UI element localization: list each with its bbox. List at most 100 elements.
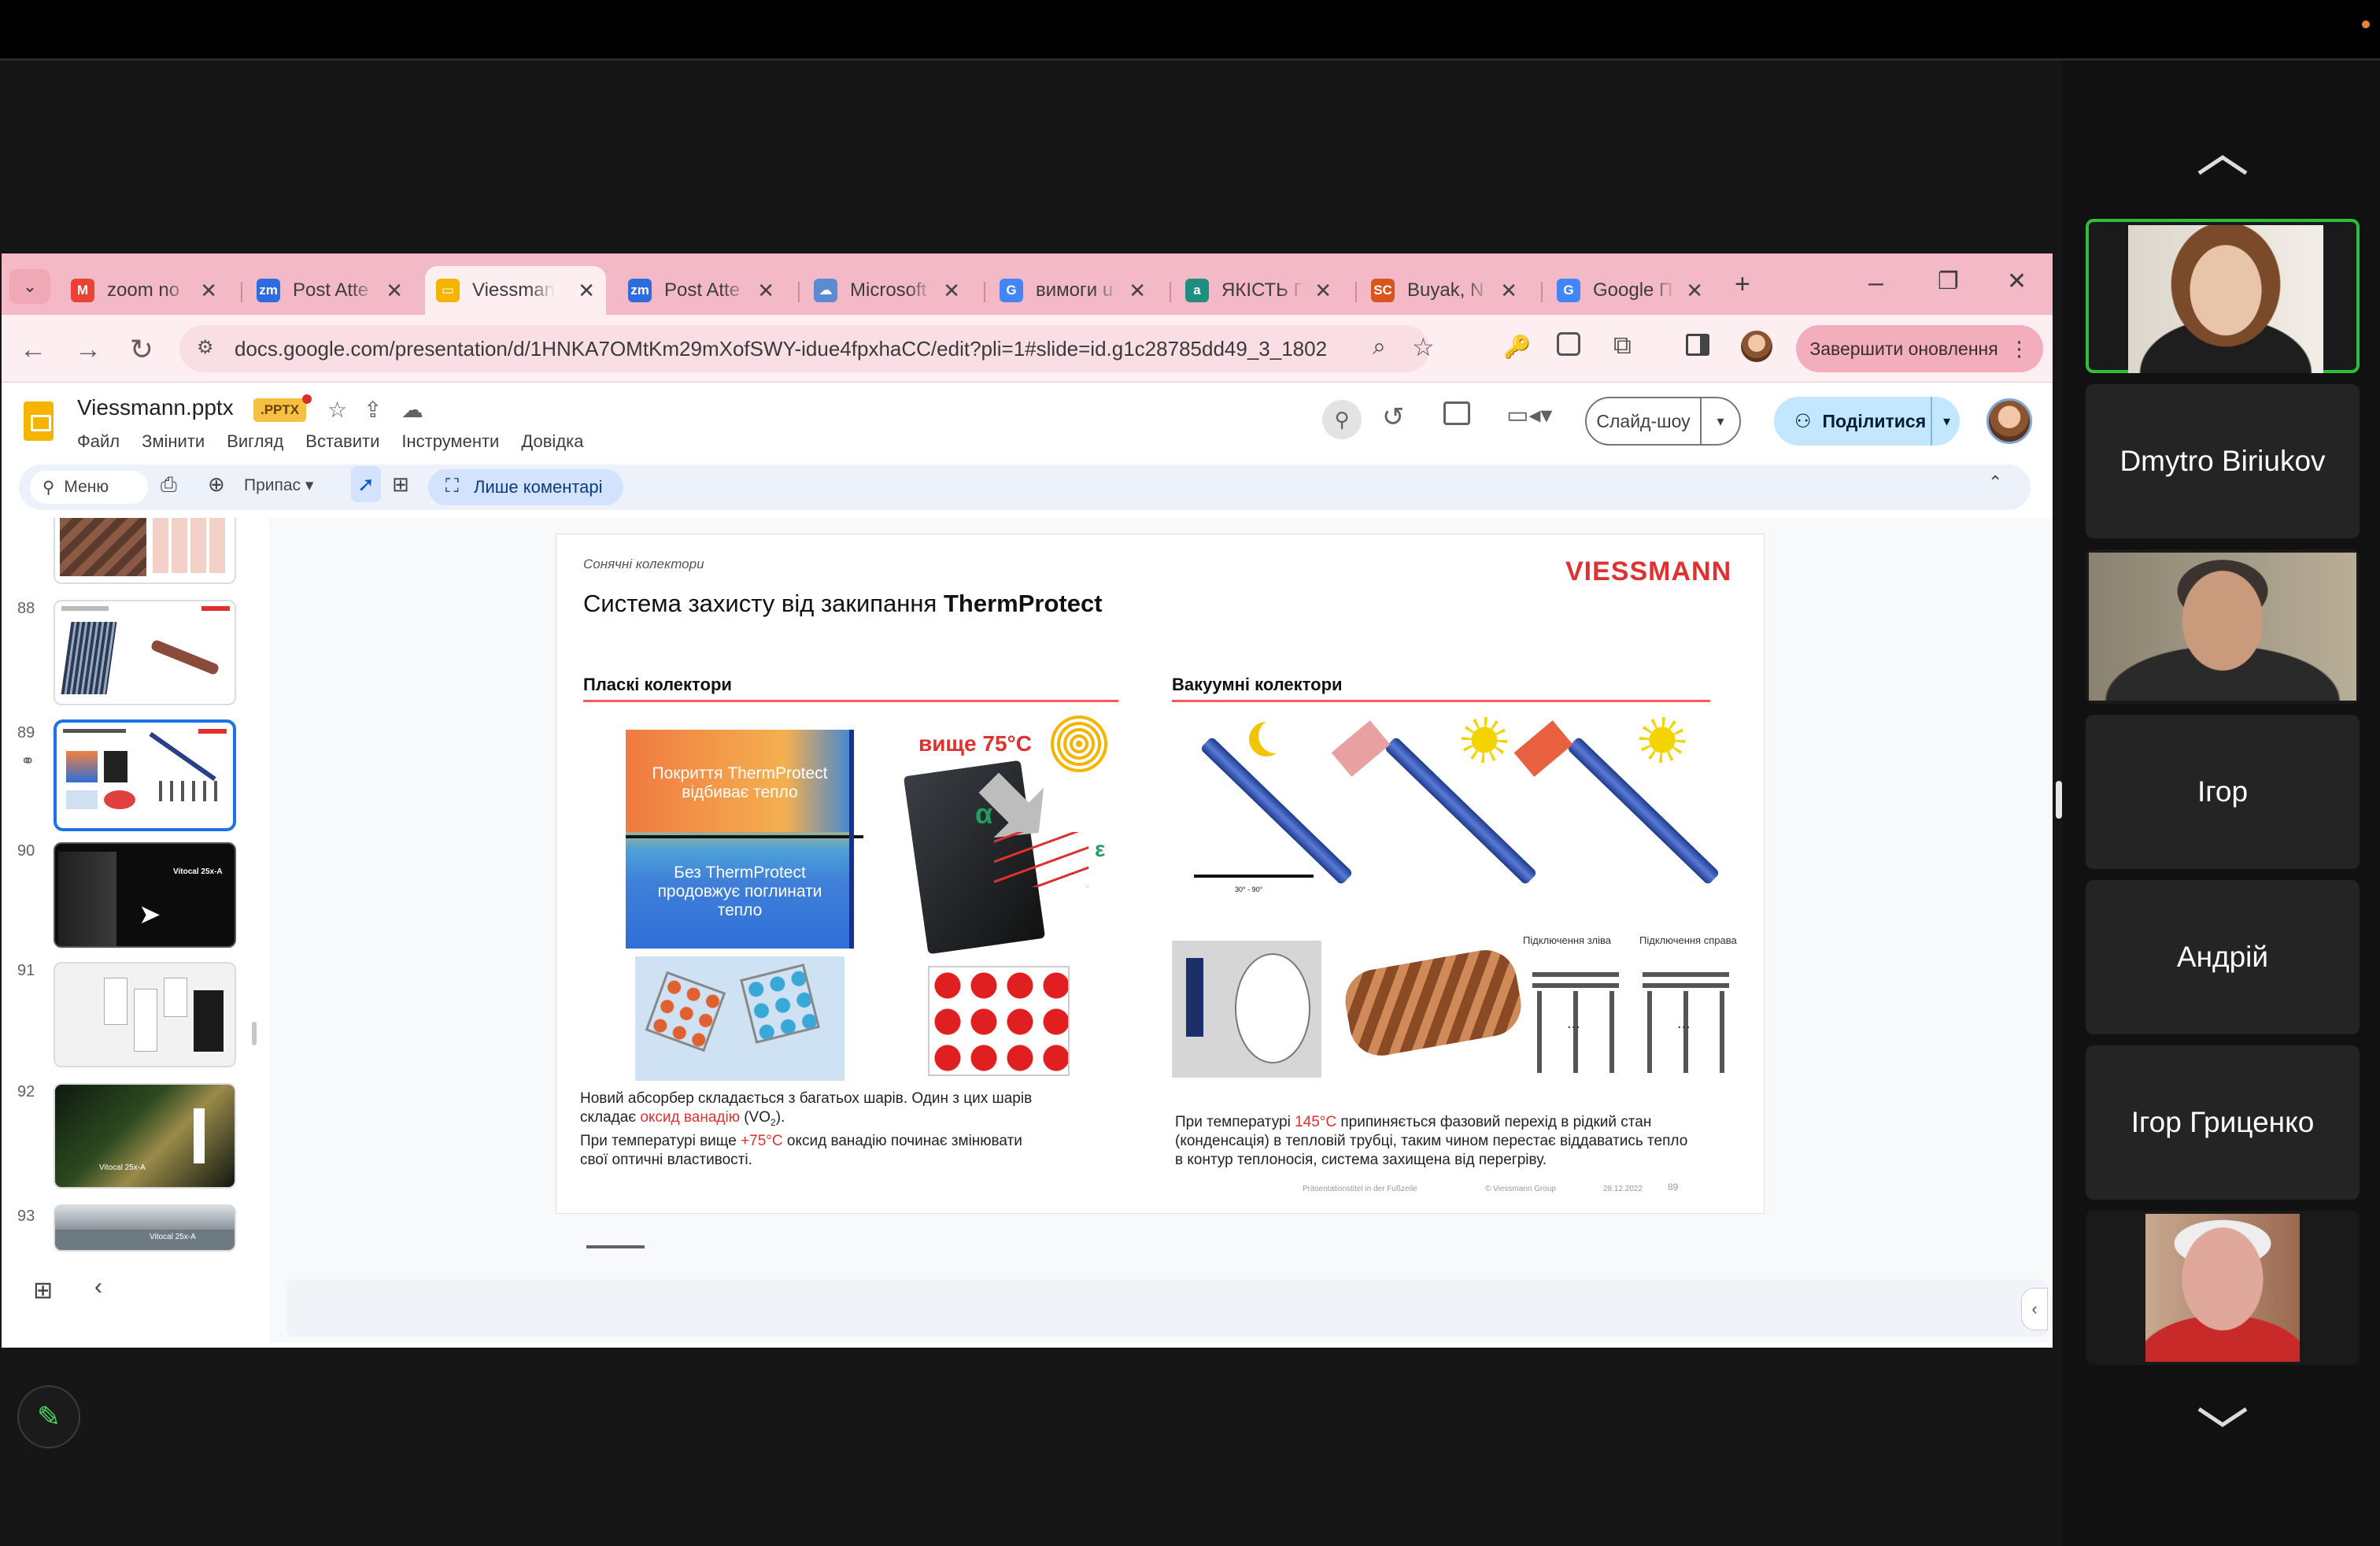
collapse-filmstrip-icon[interactable]: ‹ bbox=[94, 1274, 102, 1300]
menu-edit[interactable]: Змінити bbox=[142, 431, 205, 452]
tab-close-icon[interactable]: ✕ bbox=[192, 279, 217, 303]
browser-tab[interactable]: a ЯКІСТЬ П ✕ bbox=[1174, 266, 1343, 315]
tab-close-icon[interactable]: ✕ bbox=[935, 279, 960, 303]
browser-tab[interactable]: SC Buyak, N ✕ bbox=[1360, 266, 1528, 315]
share-dropdown-icon[interactable]: ▾ bbox=[1930, 397, 1950, 446]
slide-thumbnail-87[interactable] bbox=[54, 518, 236, 584]
participant-tile[interactable] bbox=[2086, 219, 2360, 373]
side-panel-icon[interactable] bbox=[1686, 334, 1709, 356]
move-to-drive-icon[interactable]: ⇪ bbox=[364, 397, 382, 423]
extension-key-icon[interactable]: 🔑 bbox=[1503, 334, 1531, 360]
notes-resize-handle[interactable] bbox=[586, 1245, 645, 1248]
meet-camera-icon[interactable]: ▭◂▾ bbox=[1506, 401, 1552, 429]
restore-button[interactable]: ❐ bbox=[1938, 268, 1959, 295]
site-info-icon[interactable]: ⚙ bbox=[197, 336, 214, 359]
bookmark-star-icon[interactable]: ☆ bbox=[1412, 332, 1435, 362]
grid-view-icon[interactable]: ⊞ bbox=[33, 1277, 53, 1304]
document-title[interactable]: Viessmann.pptx bbox=[77, 395, 234, 420]
annotate-pencil-button[interactable]: ✎ bbox=[17, 1385, 80, 1448]
side-panel-toggle[interactable]: ‹ bbox=[2021, 1288, 2048, 1330]
participant-tile[interactable]: Dmytro Biriukov bbox=[2086, 384, 2360, 538]
new-tab-button[interactable]: + bbox=[1735, 269, 1750, 300]
menu-file[interactable]: Файл bbox=[77, 431, 120, 452]
slideshow-button[interactable]: Слайд-шоу ▾ bbox=[1585, 397, 1741, 446]
zoom-magnifier-icon[interactable]: ⌕ bbox=[1373, 334, 1386, 361]
participant-tile[interactable] bbox=[2086, 1211, 2360, 1365]
filmstrip-scrollbar[interactable] bbox=[252, 1022, 257, 1045]
slide-thumbnail-93[interactable]: Vitocal 25x-A bbox=[54, 1204, 236, 1252]
speaker-notes[interactable] bbox=[286, 1280, 2048, 1337]
slide-title-text: Система захисту від закипання bbox=[583, 590, 937, 617]
profile-avatar[interactable] bbox=[1741, 331, 1772, 362]
scroll-down-chevron-icon[interactable] bbox=[2196, 1406, 2249, 1429]
scroll-up-chevron-icon[interactable] bbox=[2196, 153, 2249, 176]
back-button[interactable]: ← bbox=[16, 332, 50, 367]
slides-logo-icon[interactable] bbox=[24, 401, 54, 441]
slide-section-label: Сонячні колектори bbox=[583, 557, 704, 571]
tab-close-icon[interactable]: ✕ bbox=[1678, 279, 1703, 303]
slideshow-dropdown-icon[interactable]: ▾ bbox=[1702, 413, 1739, 430]
browser-tab[interactable]: zm Post Atte ✕ bbox=[246, 266, 414, 315]
extensions-puzzle-icon[interactable]: ⧉ bbox=[1613, 331, 1632, 361]
tab-close-icon[interactable]: ✕ bbox=[378, 279, 403, 303]
tab-close-icon[interactable]: ✕ bbox=[1492, 279, 1517, 303]
zoom-top-bar bbox=[0, 0, 2380, 58]
cloud-status-icon[interactable]: ☁ bbox=[401, 397, 423, 423]
minimize-button[interactable]: – bbox=[1868, 268, 1883, 298]
history-icon[interactable]: ↺ bbox=[1382, 401, 1405, 433]
print-icon[interactable]: ⎙ bbox=[161, 472, 177, 497]
user-avatar[interactable] bbox=[1986, 398, 2032, 444]
update-button[interactable]: Завершити оновлення ⋮ bbox=[1796, 325, 2043, 372]
url-input[interactable]: ⚙ docs.google.com/presentation/d/1HNKA7O… bbox=[179, 325, 1429, 372]
menu-tools[interactable]: Інструменти bbox=[401, 431, 499, 452]
thermprotect-bottom-caption: Без ThermProtect продовжує поглинати теп… bbox=[657, 864, 822, 919]
participant-tile[interactable]: Ігор bbox=[2086, 715, 2360, 869]
tab-title: Viessman bbox=[472, 279, 555, 301]
browser-tab[interactable]: Mzoom no ✕ bbox=[60, 266, 228, 315]
file-type-badge: .PPTX bbox=[253, 398, 307, 422]
participant-tile[interactable]: Андрій bbox=[2086, 880, 2360, 1034]
participant-tile[interactable]: Ігор Гриценко bbox=[2086, 1045, 2360, 1200]
slide-thumbnail-91[interactable] bbox=[54, 962, 236, 1067]
tab-search-button[interactable]: ⌄ bbox=[9, 269, 50, 304]
browser-tab[interactable]: G Google П ✕ bbox=[1546, 266, 1714, 315]
flat-heading-underline bbox=[583, 700, 1118, 702]
share-button[interactable]: ⚇ Поділитися ▾ bbox=[1774, 397, 1960, 446]
zoom-icon[interactable]: ⊕ bbox=[208, 472, 225, 497]
browser-tab[interactable]: ▭ Viessman ✕ bbox=[425, 266, 606, 315]
zoom-select[interactable]: Припас ▾ bbox=[244, 475, 313, 495]
forward-button[interactable]: → bbox=[71, 332, 105, 367]
tab-close-icon[interactable]: ✕ bbox=[570, 279, 595, 303]
browser-tab[interactable]: Gвимоги u ✕ bbox=[989, 266, 1157, 315]
participant-tile[interactable] bbox=[2086, 549, 2360, 704]
slide-thumbnail-92[interactable]: Vitocal 25x-A bbox=[54, 1083, 236, 1189]
menu-insert[interactable]: Вставити bbox=[305, 431, 379, 452]
extension-box-icon[interactable] bbox=[1557, 332, 1580, 356]
current-slide: Сонячні колектори Система захисту від за… bbox=[556, 534, 1765, 1214]
comments-only-mode[interactable]: ⛶ Лише коментарі bbox=[428, 469, 623, 505]
slide-thumbnail-88[interactable] bbox=[54, 600, 236, 705]
slides-app: Viessmann.pptx .PPTX ☆ ⇪ ☁ Файл Змінити … bbox=[2, 383, 2053, 1348]
star-icon[interactable]: ☆ bbox=[327, 397, 347, 423]
slide-thumbnail-90[interactable]: Vitocal 25x-A ➤ bbox=[54, 842, 236, 948]
slide-thumbnail-89[interactable] bbox=[54, 719, 236, 831]
panel-split-handle[interactable] bbox=[2056, 781, 2062, 819]
browser-tab[interactable]: ☁ Microsoft ✕ bbox=[803, 266, 971, 315]
browser-window: ⌄ Mzoom no ✕ zm Post Atte ✕ ▭ Viessman ✕ zm Post … bbox=[2, 253, 2053, 1348]
new-slide-icon[interactable]: ⊞ bbox=[392, 472, 409, 497]
tab-close-icon[interactable]: ✕ bbox=[749, 279, 774, 303]
close-window-button[interactable]: ✕ bbox=[2007, 268, 2027, 295]
tab-title: Microsoft bbox=[850, 279, 927, 301]
tab-close-icon[interactable]: ✕ bbox=[1306, 279, 1332, 303]
comments-icon[interactable] bbox=[1443, 401, 1470, 425]
reload-button[interactable]: ↻ bbox=[124, 332, 159, 367]
menu-view[interactable]: Вигляд bbox=[227, 431, 283, 452]
collapse-toolbar-icon[interactable]: ⌃ bbox=[1988, 472, 2002, 493]
search-menus-input[interactable]: ⚲ Меню bbox=[30, 471, 148, 504]
tab-close-icon[interactable]: ✕ bbox=[1121, 279, 1146, 303]
more-menu-icon[interactable]: ⋮ bbox=[2009, 337, 2030, 361]
browser-tab[interactable]: zm Post Atte ✕ bbox=[617, 266, 785, 315]
menu-help[interactable]: Довідка bbox=[521, 431, 583, 452]
presenter-icon[interactable]: ⚲ bbox=[1322, 400, 1362, 439]
select-cursor-icon[interactable]: ➚ bbox=[351, 466, 381, 502]
